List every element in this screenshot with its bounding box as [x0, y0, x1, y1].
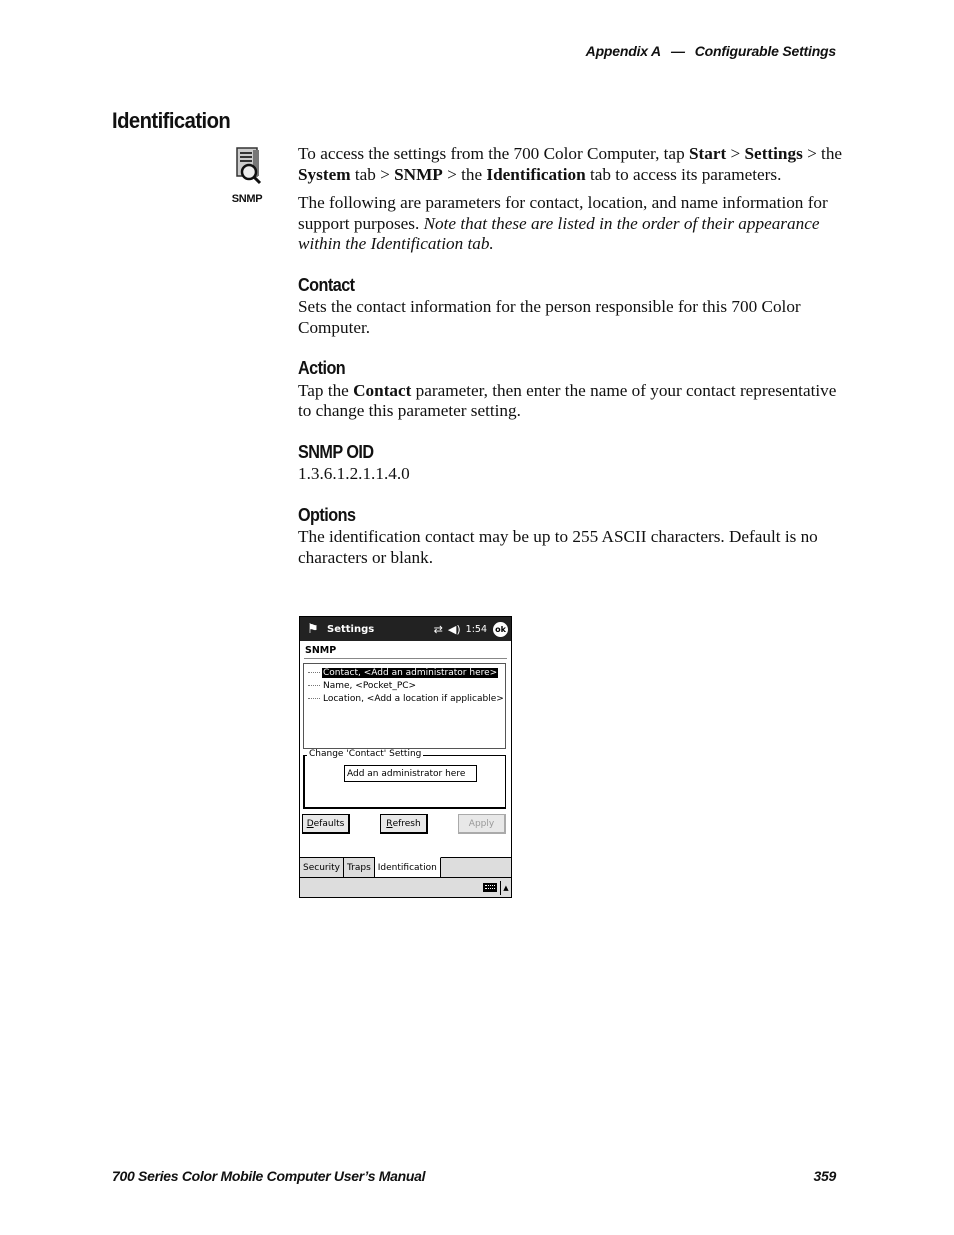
device-subtitle: SNMP [304, 641, 507, 659]
tree-item-contact[interactable]: Contact, <Add an administrator here> [308, 666, 505, 679]
tab-identification[interactable]: Identification [374, 857, 441, 878]
ui-path-term: Settings [744, 144, 803, 163]
defaults-mnemonic: D [306, 818, 314, 829]
intro-text-run: > the [802, 144, 843, 163]
tab-security[interactable]: Security [300, 858, 344, 878]
device-title: Settings [327, 623, 375, 635]
device-title-bar: ⚑ Settings ⇄ ◀) 1:54 ok [300, 617, 511, 641]
tab-traps[interactable]: Traps [344, 858, 375, 878]
oid-value: 1.3.6.1.2.1.1.4.0 [298, 464, 410, 483]
intro-text-run: tab to access its parameters. [585, 164, 782, 184]
header-section: Configurable Settings [694, 43, 836, 59]
footer-manual-title: 700 Series Color Mobile Computer User’s … [112, 1168, 426, 1184]
intro-text-run: > [726, 144, 745, 163]
contact-heading: Contact [298, 274, 355, 295]
speaker-icon[interactable]: ◀) [448, 623, 461, 636]
tree-connector [308, 692, 320, 699]
action-pre: Tap the [298, 380, 354, 400]
group-label: Change 'Contact' Setting [307, 749, 424, 759]
intro-paragraph-2: The following are parameters for contact… [298, 193, 843, 255]
running-header: Appendix A — Configurable Settings [585, 43, 837, 59]
button-row: Defaults Refresh Apply [302, 814, 506, 834]
change-setting-group: Change 'Contact' Setting [303, 749, 506, 809]
intro-text-run: > the [442, 164, 487, 184]
device-screenshot: ⚑ Settings ⇄ ◀) 1:54 ok SNMP Contact, <A… [299, 616, 512, 898]
options-heading: Options [298, 504, 356, 525]
up-arrow-icon[interactable]: ▲ [500, 880, 511, 895]
tree-connector [308, 666, 320, 673]
parameter-tree: Contact, <Add an administrator here> Nam… [303, 663, 506, 749]
page-title: Identification [112, 108, 231, 133]
snmp-icon-label: SNMP [231, 193, 263, 205]
intro-paragraph-1: To access the settings from the 700 Colo… [298, 144, 843, 185]
intro-text-run: tab > [350, 164, 395, 184]
tree-item-label: Name, <Pocket_PC> [323, 680, 417, 691]
device-clock[interactable]: 1:54 [466, 624, 487, 635]
oid-heading: SNMP OID [298, 441, 374, 462]
running-footer: 700 Series Color Mobile Computer User’s … [112, 1168, 836, 1184]
contact-input[interactable] [344, 765, 477, 782]
tree-item-label: Location, <Add a location if applicable> [323, 693, 504, 704]
contact-body: Sets the contact information for the per… [298, 297, 801, 337]
action-heading: Action [298, 358, 346, 378]
main-content: To access the settings from the 700 Colo… [298, 144, 843, 576]
snmp-icon-block: SNMP [228, 146, 266, 206]
tree-item-location[interactable]: Location, <Add a location if applicable> [308, 692, 505, 705]
action-bold: Contact [353, 380, 412, 400]
tree-item-name[interactable]: Name, <Pocket_PC> [308, 679, 505, 692]
tab-bar: Security Traps Identification [300, 857, 511, 878]
sync-arrows-icon[interactable]: ⇄ [434, 623, 443, 636]
refresh-label: efresh [392, 818, 421, 829]
device-menu-bar: ▲ [300, 877, 511, 897]
header-dash: — [670, 43, 685, 59]
ui-path-term: Start [688, 144, 727, 163]
windows-flag-icon[interactable]: ⚑ [303, 620, 323, 638]
defaults-button[interactable]: Defaults [302, 814, 350, 834]
options-body: The identification contact may be up to … [298, 527, 818, 567]
ui-path-term: Identification [486, 164, 586, 184]
ui-path-term: SNMP [394, 164, 443, 184]
apply-button[interactable]: Apply [458, 814, 506, 834]
refresh-button[interactable]: Refresh [380, 814, 428, 834]
tree-item-label: Contact, <Add an administrator here> [322, 667, 499, 678]
ui-path-term: System [298, 164, 351, 184]
action-body: Tap the Contact parameter, then enter th… [298, 381, 843, 422]
ok-button[interactable]: ok [493, 621, 508, 637]
tree-connector [308, 679, 320, 686]
intro-text-run: To access the settings from the 700 Colo… [298, 144, 689, 163]
defaults-label: efaults [313, 818, 345, 829]
keyboard-icon[interactable] [483, 883, 497, 892]
snmp-server-magnifier-icon [236, 147, 262, 185]
header-appendix: Appendix A [585, 43, 661, 59]
page-number: 359 [813, 1168, 837, 1184]
